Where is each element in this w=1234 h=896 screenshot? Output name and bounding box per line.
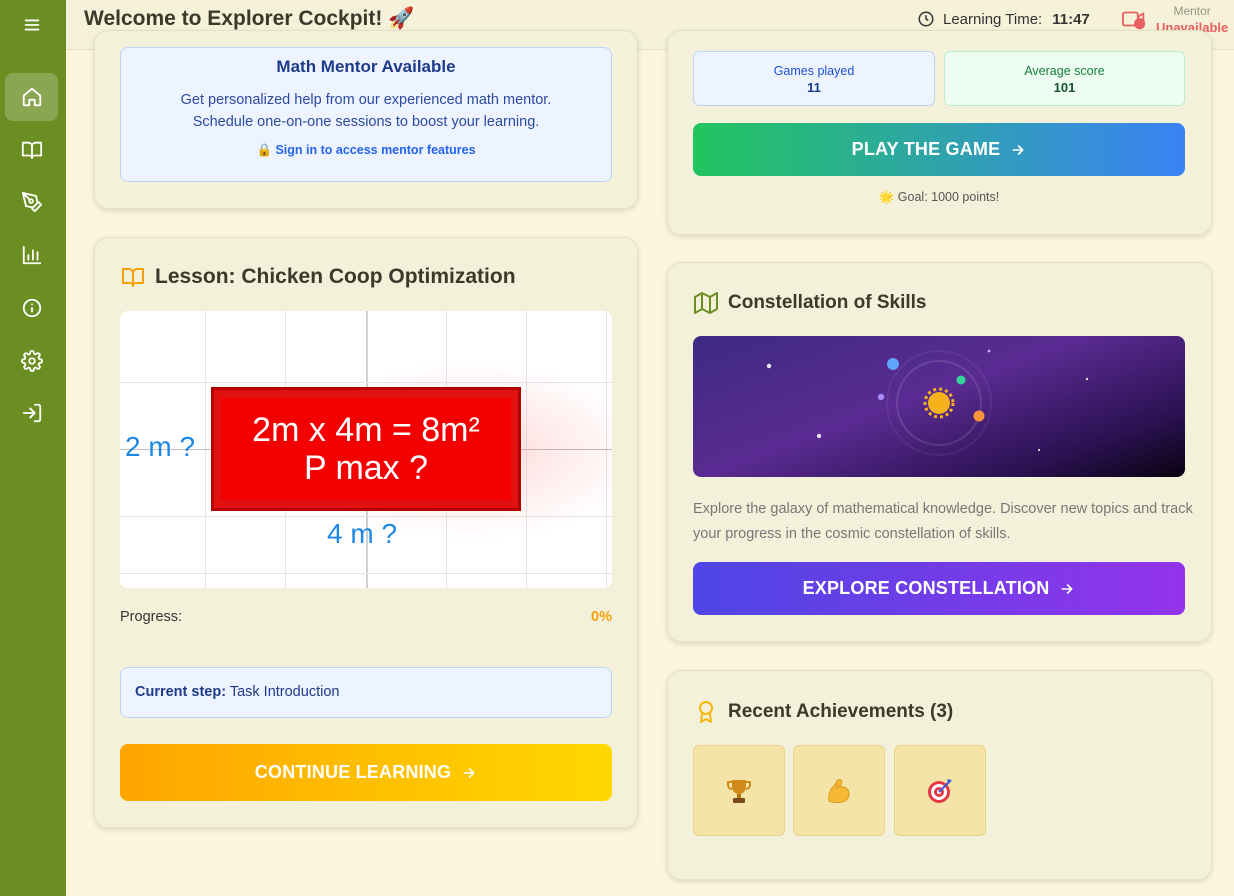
clock-icon	[918, 11, 934, 27]
home-icon	[22, 87, 41, 107]
map-icon	[694, 292, 718, 314]
sidebar-item-login[interactable]	[5, 389, 58, 437]
sidebar-item-stats[interactable]	[5, 231, 58, 279]
sidebar-item-home[interactable]	[5, 73, 58, 121]
games-played-label: Games played	[773, 64, 855, 78]
play-game-label: PLAY THE GAME	[851, 139, 1001, 159]
sidebar-item-tools[interactable]	[5, 178, 58, 226]
skills-description: Explore the galaxy of mathematical knowl…	[693, 501, 1193, 542]
learning-time: Learning Time: 11:47	[917, 10, 1090, 28]
flexed-biceps-icon	[828, 778, 850, 803]
lesson-title: Lesson: Chicken Coop Optimization	[121, 265, 516, 289]
login-icon	[22, 403, 41, 423]
current-step-value: Task Introduction	[229, 684, 340, 700]
play-game-button[interactable]: PLAY THE GAME	[693, 123, 1185, 176]
settings-icon	[20, 350, 43, 372]
sidebar	[0, 0, 66, 896]
pen-tool-icon	[21, 191, 42, 213]
perimeter-question: P max ?	[303, 449, 429, 487]
games-played-value: 11	[807, 80, 821, 95]
page-title: Welcome to Explorer Cockpit! 🚀	[84, 7, 415, 30]
mentor-card-title: Math Mentor Available	[276, 57, 456, 76]
award-icon	[699, 701, 713, 723]
sidebar-item-info[interactable]	[5, 284, 58, 332]
average-score-stat: Average score 101	[944, 51, 1185, 106]
achievements-title: Recent Achievements (3)	[694, 700, 953, 724]
sidebar-item-lessons[interactable]	[5, 126, 58, 174]
arrow-right-icon	[1061, 583, 1073, 594]
bar-chart-icon	[22, 245, 41, 265]
bottom-length-label: 4 m ?	[327, 518, 398, 549]
trophy-icon	[727, 779, 751, 803]
learning-time-label: Learning Time:	[943, 10, 1043, 28]
average-score-label: Average score	[1024, 64, 1105, 78]
book-open-icon	[122, 268, 144, 287]
progress-value: 0%	[591, 609, 612, 625]
book-icon	[21, 141, 42, 160]
progress-label: Progress:	[120, 609, 183, 625]
current-step: Current step: Task Introduction	[120, 667, 612, 718]
learning-time-value: 11:47	[1052, 10, 1090, 28]
arrow-right-icon	[1012, 144, 1024, 155]
sidebar-item-settings[interactable]	[5, 337, 58, 385]
video-off-icon	[1122, 11, 1146, 30]
game-goal: 🌟 Goal: 1000 points!	[878, 190, 1000, 204]
explore-constellation-button[interactable]: EXPLORE CONSTELLATION	[693, 562, 1185, 615]
side-length-label: 2 m ?	[125, 431, 196, 462]
mentor-signin-link[interactable]: 🔒 Sign in to access mentor features	[121, 143, 611, 158]
mentor-box: Math Mentor Available Get personalized h…	[120, 47, 612, 182]
target-icon	[928, 778, 952, 803]
skills-title-text: Constellation of Skills	[728, 292, 927, 313]
constellation-image[interactable]	[693, 336, 1185, 477]
achievement-badge[interactable]	[793, 745, 885, 836]
achievement-badge[interactable]	[693, 745, 785, 836]
coop-area-box: 2m x 4m = 8m² P max ?	[211, 387, 521, 511]
current-step-label: Current step:	[135, 684, 227, 700]
area-formula: 2m x 4m = 8m²	[252, 411, 480, 449]
lesson-title-text: Lesson: Chicken Coop Optimization	[155, 265, 516, 288]
menu-toggle-button[interactable]	[5, 1, 58, 49]
average-score-value: 101	[1053, 80, 1076, 95]
lesson-image: 2m x 4m = 8m² P max ? 2 m ? 4 m ?	[120, 311, 612, 588]
arrow-right-icon	[463, 767, 475, 778]
skills-title: Constellation of Skills	[694, 291, 926, 315]
mentor-card-line: Schedule one-on-one sessions to boost yo…	[192, 114, 540, 130]
constellation-illustration	[766, 349, 1089, 456]
menu-icon	[24, 19, 39, 31]
continue-learning-label: CONTINUE LEARNING	[254, 762, 452, 782]
achievements-title-text: Recent Achievements (3)	[728, 701, 954, 722]
explore-constellation-label: EXPLORE CONSTELLATION	[802, 578, 1050, 598]
mentor-label: Mentor	[1173, 4, 1211, 18]
continue-learning-button[interactable]: CONTINUE LEARNING	[120, 744, 612, 801]
games-played-stat: Games played 11	[693, 51, 935, 106]
achievement-badge[interactable]	[894, 745, 986, 836]
info-icon	[22, 298, 41, 318]
mentor-card-line: Get personalized help from our experienc…	[180, 92, 552, 108]
mentor-card-description: Get personalized help from our experienc…	[121, 89, 611, 133]
